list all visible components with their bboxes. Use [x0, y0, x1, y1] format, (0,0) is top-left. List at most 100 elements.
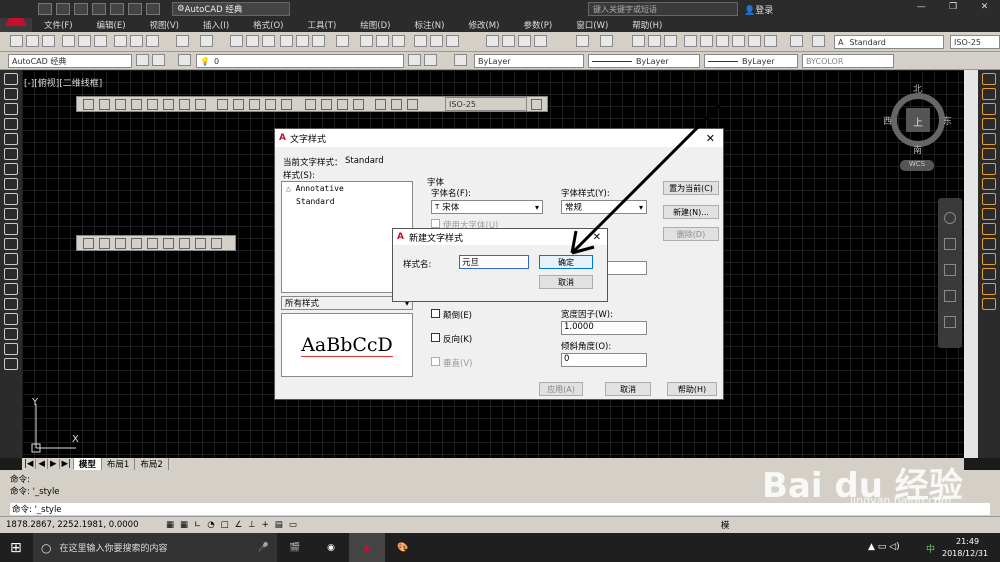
move-icon[interactable] — [982, 148, 996, 160]
layer-icon[interactable] — [790, 35, 803, 47]
cut-icon[interactable] — [114, 35, 127, 47]
tool-palette-icon[interactable] — [312, 35, 325, 47]
south-label[interactable]: 南 — [913, 143, 922, 156]
dim-style-icon[interactable] — [531, 99, 542, 110]
center-mark-icon[interactable] — [321, 99, 332, 110]
quick-dim-icon[interactable] — [217, 99, 228, 110]
join-icon[interactable] — [982, 253, 996, 265]
print-icon[interactable] — [414, 35, 427, 47]
tab-layout2[interactable]: 布局2 — [135, 458, 169, 470]
menu-format[interactable]: 格式(O) — [241, 19, 295, 31]
pan-icon[interactable] — [944, 238, 956, 250]
top-face[interactable]: 上 — [913, 114, 923, 129]
copy-icon[interactable] — [130, 35, 143, 47]
zoom-icon[interactable] — [648, 35, 661, 47]
line-icon[interactable] — [4, 73, 18, 85]
menu-view[interactable]: 视图(V) — [138, 19, 191, 31]
float-dim-style-combo[interactable]: ISO-25 — [445, 97, 527, 111]
viewport-label[interactable]: [-][俯视][二维线框] — [24, 76, 102, 89]
convert-space-icon[interactable] — [211, 238, 222, 249]
stretch-icon[interactable] — [982, 193, 996, 205]
workspace-settings-icon[interactable] — [152, 54, 165, 66]
menu-modify[interactable]: 修改(M) — [456, 19, 511, 31]
redo-icon[interactable] — [146, 3, 160, 15]
taskbar-app-paint[interactable]: 🎨 — [385, 533, 421, 562]
menu-window[interactable]: 窗口(W) — [564, 19, 620, 31]
zoom-icon[interactable] — [944, 264, 956, 276]
menu-help[interactable]: 帮助(H) — [620, 19, 674, 31]
text-style-combo[interactable]: A Standard — [834, 35, 944, 49]
search-input[interactable]: 键入关键字或短语 — [588, 2, 738, 16]
point-icon[interactable] — [4, 268, 18, 280]
inspection-icon[interactable] — [337, 99, 348, 110]
design-center-icon[interactable] — [700, 35, 713, 47]
markup-icon[interactable] — [748, 35, 761, 47]
login-button[interactable]: 👤登录 — [744, 3, 773, 16]
rectangle-icon[interactable] — [4, 133, 18, 145]
linetype-combo[interactable]: ByLayer — [588, 54, 700, 68]
justify-text-icon[interactable] — [195, 238, 206, 249]
redo-icon[interactable] — [200, 35, 213, 47]
saveas-icon[interactable] — [92, 3, 106, 15]
save-icon[interactable] — [74, 3, 88, 15]
pan-icon[interactable] — [230, 35, 243, 47]
oblique-input[interactable]: 0 — [561, 353, 647, 367]
tray-icons[interactable]: ▲ ▭ ◁) — [868, 542, 900, 552]
design-center-icon[interactable] — [296, 35, 309, 47]
copy-icon[interactable] — [502, 35, 515, 47]
mirror-icon[interactable] — [982, 103, 996, 115]
tab-nav-next-icon[interactable]: ▶ — [48, 459, 60, 469]
scale-icon[interactable] — [982, 178, 996, 190]
radius-icon[interactable] — [147, 99, 158, 110]
arc-icon[interactable] — [4, 148, 18, 160]
jogged-icon[interactable] — [163, 99, 174, 110]
explode-icon[interactable] — [982, 298, 996, 310]
single-line-text-icon[interactable] — [99, 238, 110, 249]
undo-icon[interactable] — [176, 35, 189, 47]
text-style-icon[interactable] — [163, 238, 174, 249]
dim-edit-icon[interactable] — [375, 99, 386, 110]
cancel-button[interactable]: 取消 — [605, 382, 651, 396]
aligned-dim-icon[interactable] — [99, 99, 110, 110]
restore-icon[interactable]: ❐ — [949, 2, 957, 16]
undo-icon[interactable] — [128, 3, 142, 15]
gradient-icon[interactable] — [4, 298, 18, 310]
lineweight-icon[interactable]: ▤ — [275, 520, 283, 530]
north-label[interactable]: 北 — [913, 82, 922, 95]
insert-block-icon[interactable] — [4, 238, 18, 250]
ordinate-icon[interactable] — [131, 99, 142, 110]
hatch-icon[interactable] — [4, 283, 18, 295]
revcloud-icon[interactable] — [4, 178, 18, 190]
style-name-input[interactable]: 元旦 — [459, 255, 529, 269]
erase-icon[interactable] — [982, 73, 996, 85]
ellipse-icon[interactable] — [4, 208, 18, 220]
dim-update-icon[interactable] — [407, 99, 418, 110]
new-icon[interactable] — [10, 35, 23, 47]
diameter-icon[interactable] — [179, 99, 190, 110]
save-icon[interactable] — [42, 35, 55, 47]
dyn-icon[interactable]: + — [262, 520, 269, 530]
width-factor-input[interactable]: 1.0000 — [561, 321, 647, 335]
open-icon[interactable] — [56, 3, 70, 15]
new-icon[interactable] — [38, 3, 52, 15]
ellipse-arc-icon[interactable] — [4, 223, 18, 235]
tab-nav-prev-icon[interactable]: ◀ — [36, 459, 48, 469]
publish-icon[interactable] — [94, 35, 107, 47]
backwards-checkbox[interactable] — [431, 333, 440, 342]
extend-icon[interactable] — [982, 223, 996, 235]
tab-nav-last-icon[interactable]: ▶| — [60, 459, 74, 469]
scale-text-icon[interactable] — [179, 238, 190, 249]
otrack-icon[interactable]: ∠ — [235, 520, 243, 530]
layer-manager-icon[interactable] — [178, 54, 191, 66]
layer-previous-icon[interactable] — [424, 54, 437, 66]
taskbar-app-media[interactable]: 🎬 — [277, 533, 313, 562]
tab-nav-first-icon[interactable]: |◀ — [22, 459, 37, 469]
jogged-linear-icon[interactable] — [353, 99, 364, 110]
tolerance-icon[interactable] — [305, 99, 316, 110]
spell-check-icon[interactable] — [147, 238, 158, 249]
west-label[interactable]: 西 — [883, 114, 892, 127]
chamfer-icon[interactable] — [982, 268, 996, 280]
construction-line-icon[interactable] — [4, 88, 18, 100]
print-icon[interactable] — [62, 35, 75, 47]
east-label[interactable]: 东 — [943, 114, 952, 127]
